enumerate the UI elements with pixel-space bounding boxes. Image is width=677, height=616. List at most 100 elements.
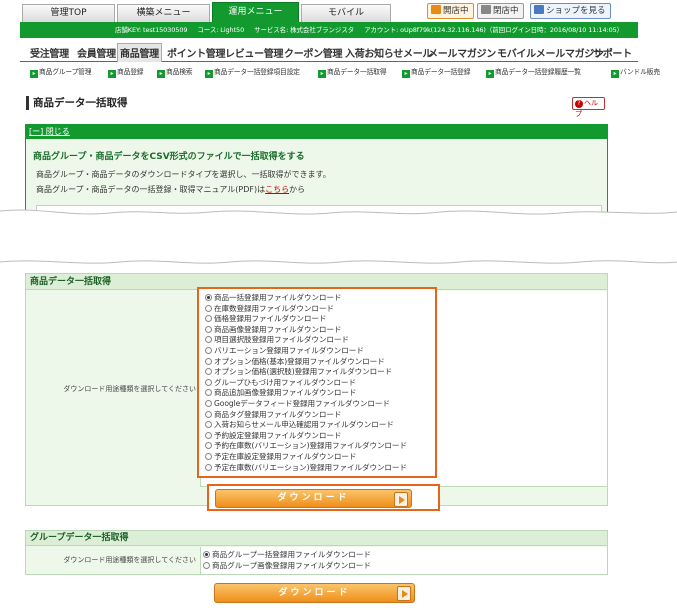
- radio-button[interactable]: [205, 431, 212, 439]
- menu-orders[interactable]: 受注管理: [30, 45, 69, 60]
- page-title: 商品データ一括取得: [26, 96, 128, 110]
- download-type-option[interactable]: 商品一括登録用ファイルダウンロード: [205, 293, 342, 303]
- option-label: 商品グループ画像登録用ファイルダウンロード: [212, 560, 372, 570]
- radio-button[interactable]: [205, 442, 212, 450]
- account-info-bar: 店舗KEY: test15030509 コース: Light50 サービス名: …: [20, 22, 638, 38]
- radio-button[interactable]: [205, 315, 212, 323]
- download-label: ダウンロード: [278, 588, 351, 598]
- download-type-option[interactable]: 商品タグ登録用ファイルダウンロード: [205, 410, 342, 420]
- open-store-label: 開店中: [443, 6, 469, 16]
- description-bar: [ー] 閉じる: [26, 125, 607, 139]
- close-store-label: 閉店中: [493, 6, 519, 16]
- radio-button[interactable]: [203, 551, 210, 558]
- help-button[interactable]: ? ヘルプ: [572, 97, 605, 118]
- radio-button[interactable]: [205, 325, 212, 333]
- description-panel: [ー] 閉じる 商品グループ・商品データをCSV形式のファイルで一括取得をする …: [25, 124, 608, 217]
- radio-button[interactable]: [205, 400, 212, 407]
- radio-button[interactable]: [205, 410, 212, 418]
- menu-members[interactable]: 会員管理: [77, 45, 116, 60]
- radio-button[interactable]: [205, 347, 212, 354]
- product-download-button[interactable]: ダウンロード: [215, 489, 412, 508]
- group-download-type-option[interactable]: 商品グループ一括登録用ファイルダウンロード: [203, 550, 371, 560]
- menu-points[interactable]: ポイント管理: [167, 45, 226, 60]
- submenu-label: 商品検索: [166, 68, 193, 76]
- open-store-button[interactable]: 開店中: [427, 3, 474, 19]
- menu-coupons[interactable]: クーポン管理: [284, 45, 343, 60]
- download-type-option[interactable]: オプション価格(選択肢)登録用ファイルダウンロード: [205, 367, 392, 377]
- download-type-option[interactable]: Googleデータフィード登録用ファイルダウンロード: [205, 399, 390, 409]
- radio-button[interactable]: [205, 294, 212, 301]
- download-type-option[interactable]: バリエーション登録用ファイルダウンロード: [205, 346, 364, 356]
- menu-reviews[interactable]: レビュー管理: [225, 45, 284, 60]
- menu-mail-magazine[interactable]: メールマガジン: [428, 45, 496, 60]
- arrow-icon: ▸: [402, 70, 410, 78]
- tab-mobile[interactable]: モバイル: [301, 4, 391, 22]
- account-info: アカウント: oUp8f79k(124.32.116.146)（前回ログイン日時…: [364, 26, 624, 34]
- manual-link[interactable]: こちら: [265, 185, 289, 194]
- group-options-label: ダウンロード用途種類を選択してください: [26, 547, 201, 574]
- option-label: 予定在庫数(バリエーション)登録用ファイルダウンロード: [214, 462, 407, 472]
- download-type-option[interactable]: 在庫数登録用ファイルダウンロード: [205, 304, 334, 314]
- download-type-option[interactable]: グループひもづけ用ファイルダウンロード: [205, 378, 356, 388]
- group-section-title: グループデータ一括取得: [26, 531, 607, 546]
- download-type-option[interactable]: 商品追加画像登録用ファイルダウンロード: [205, 388, 356, 398]
- download-type-option[interactable]: 商品画像登録用ファイルダウンロード: [205, 324, 342, 335]
- course: コース: Light50: [197, 26, 245, 34]
- submenu-label: 商品データ一括登録履歴一覧: [495, 68, 581, 76]
- group-download-button[interactable]: ダウンロード: [214, 583, 415, 603]
- submenu-bundle-sale[interactable]: ▸ バンドル販売: [611, 66, 660, 78]
- submenu-product-register[interactable]: ▸ 商品登録: [108, 66, 144, 78]
- group-options-row: ダウンロード用途種類を選択してください 商品グループ一括登録用ファイルダウンロー…: [26, 547, 607, 574]
- option-label: バリエーション登録用ファイルダウンロード: [214, 346, 364, 355]
- submenu-product-search[interactable]: ▸ 商品検索: [157, 66, 193, 78]
- download-button-highlight: ダウンロード: [207, 484, 440, 511]
- radio-button[interactable]: [205, 389, 212, 397]
- radio-button[interactable]: [205, 463, 212, 471]
- tab-operation-menu[interactable]: 運用メニュー: [212, 2, 299, 22]
- download-type-option[interactable]: 予定在庫数(バリエーション)登録用ファイルダウンロード: [205, 463, 407, 473]
- menu-arrival-mail[interactable]: 入荷お知らせメール: [345, 45, 432, 60]
- menu-support[interactable]: サポート: [593, 45, 632, 60]
- download-type-option[interactable]: 入荷お知らせメール申込確認用ファイルダウンロード: [205, 420, 394, 430]
- arrow-right-icon: [397, 586, 411, 601]
- store-key: 店舗KEY: test15030509: [115, 26, 188, 34]
- submenu-label: 商品グループ管理: [39, 68, 92, 76]
- radio-button[interactable]: [205, 368, 212, 376]
- option-label: オプション価格(選択肢)登録用ファイルダウンロード: [214, 367, 393, 377]
- submenu-bulk-download[interactable]: ▸ 商品データ一括取得: [318, 66, 387, 78]
- submenu-bulk-history[interactable]: ▸ 商品データ一括登録履歴一覧: [486, 66, 581, 78]
- group-download-type-option[interactable]: 商品グループ画像登録用ファイルダウンロード: [203, 561, 371, 571]
- radio-button[interactable]: [205, 378, 212, 386]
- download-type-option[interactable]: 価格登録用ファイルダウンロード: [205, 314, 327, 324]
- view-shop-button[interactable]: ショップを見る: [530, 3, 611, 19]
- close-panel-link[interactable]: [ー] 閉じる: [29, 127, 70, 136]
- option-label: 予定在庫設定登録用ファイルダウンロード: [214, 452, 357, 461]
- arrow-icon: ▸: [318, 70, 326, 78]
- option-label: 商品画像登録用ファイルダウンロード: [214, 324, 342, 334]
- download-type-option[interactable]: 項目選択肢登録用ファイルダウンロード: [205, 335, 349, 345]
- submenu-product-group[interactable]: ▸ 商品グループ管理: [30, 66, 92, 78]
- torn-edge-bottom: [0, 209, 677, 221]
- shop-view-icon: [534, 5, 544, 14]
- download-type-option[interactable]: 予約設定登録用ファイルダウンロード: [205, 431, 342, 441]
- menu-mobile-mail-magazine[interactable]: モバイルメールマガジン: [497, 45, 604, 60]
- menu-products[interactable]: 商品管理: [117, 43, 162, 62]
- close-store-button[interactable]: 閉店中: [477, 3, 524, 19]
- download-type-option[interactable]: 予約在庫数(バリエーション)登録用ファイルダウンロード: [205, 441, 407, 451]
- tab-build-menu[interactable]: 横築メニュー: [117, 4, 210, 22]
- radio-button[interactable]: [205, 421, 212, 429]
- option-label: グループひもづけ用ファイルダウンロード: [214, 377, 356, 387]
- radio-button[interactable]: [203, 561, 210, 569]
- radio-button[interactable]: [205, 304, 212, 312]
- download-type-option[interactable]: オプション価格(基本)登録用ファイルダウンロード: [205, 357, 385, 367]
- store-icon: [431, 5, 441, 14]
- radio-button[interactable]: [205, 336, 212, 344]
- submenu-bulk-register[interactable]: ▸ 商品データ一括登録: [402, 66, 471, 78]
- radio-button[interactable]: [205, 357, 212, 365]
- download-type-option[interactable]: 予定在庫設定登録用ファイルダウンロード: [205, 452, 356, 462]
- tab-admin-top[interactable]: 管理TOP: [22, 4, 115, 22]
- radio-button[interactable]: [205, 453, 212, 460]
- service-name: サービス名: 株式会社ブランジスタ: [254, 26, 355, 34]
- submenu-bulk-item-settings[interactable]: ▸ 商品データ一括登録項目設定: [205, 66, 300, 78]
- sub-menu: ▸ 商品グループ管理 ▸ 商品登録 ▸ 商品検索 ▸ 商品データ一括登録項目設定 ▸ 商品…: [28, 66, 668, 78]
